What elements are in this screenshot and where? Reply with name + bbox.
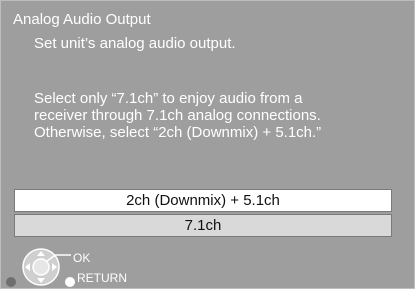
page-title: Analog Audio Output	[13, 11, 151, 28]
option-7-1ch[interactable]: 7.1ch	[14, 214, 392, 237]
page-subtitle: Set unit’s analog audio output.	[34, 35, 236, 52]
option-2ch-downmix-5-1ch[interactable]: 2ch (Downmix) + 5.1ch	[14, 189, 392, 212]
return-label: RETURN	[77, 271, 127, 285]
description: Select only “7.1ch” to enjoy audio from …	[34, 90, 404, 141]
analog-audio-output-screen: Analog Audio Output Set unit’s analog au…	[0, 0, 415, 289]
ok-label: OK	[73, 251, 91, 265]
description-line: Select only “7.1ch” to enjoy audio from …	[34, 90, 303, 107]
description-line: receiver through 7.1ch analog connection…	[34, 107, 321, 124]
return-button-icon	[65, 277, 75, 287]
gray-dot-icon	[6, 277, 16, 287]
description-line: Otherwise, select “2ch (Downmix) + 5.1ch…	[34, 124, 322, 141]
button-guide: OK RETURN	[1, 239, 201, 290]
